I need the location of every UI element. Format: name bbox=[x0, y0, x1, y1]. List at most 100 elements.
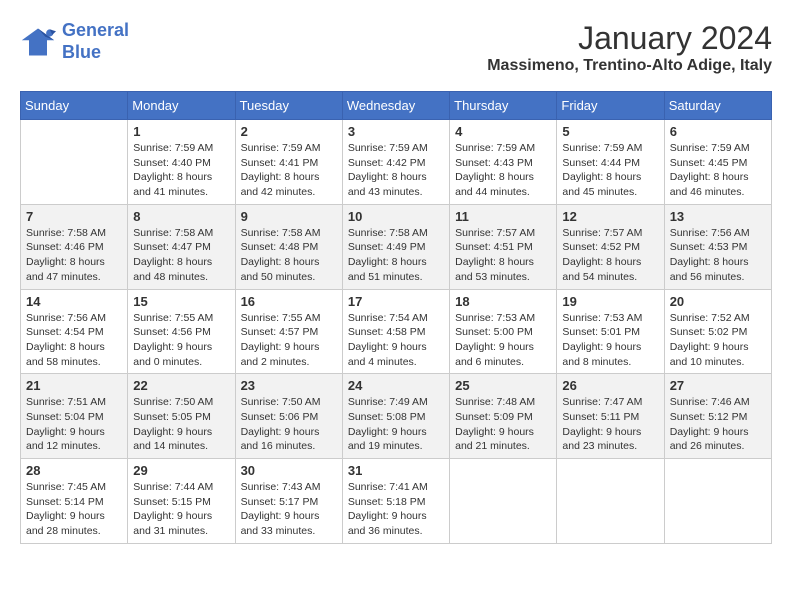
day-number: 13 bbox=[670, 209, 766, 224]
cell-content: Sunrise: 7:53 AMSunset: 5:00 PMDaylight:… bbox=[455, 311, 551, 370]
day-number: 5 bbox=[562, 124, 658, 139]
logo-line2: Blue bbox=[62, 42, 101, 62]
cell-content: Sunrise: 7:50 AMSunset: 5:06 PMDaylight:… bbox=[241, 395, 337, 454]
logo-text: General Blue bbox=[62, 20, 129, 63]
day-number: 23 bbox=[241, 378, 337, 393]
day-number: 17 bbox=[348, 294, 444, 309]
cell-content: Sunrise: 7:45 AMSunset: 5:14 PMDaylight:… bbox=[26, 480, 122, 539]
day-number: 28 bbox=[26, 463, 122, 478]
cell-content: Sunrise: 7:59 AMSunset: 4:42 PMDaylight:… bbox=[348, 141, 444, 200]
cell-content: Sunrise: 7:53 AMSunset: 5:01 PMDaylight:… bbox=[562, 311, 658, 370]
day-number: 3 bbox=[348, 124, 444, 139]
weekday-header-cell: Sunday bbox=[21, 92, 128, 120]
cell-content: Sunrise: 7:47 AMSunset: 5:11 PMDaylight:… bbox=[562, 395, 658, 454]
cell-content: Sunrise: 7:43 AMSunset: 5:17 PMDaylight:… bbox=[241, 480, 337, 539]
logo-line1: General bbox=[62, 20, 129, 40]
calendar-week-row: 1 Sunrise: 7:59 AMSunset: 4:40 PMDaylight… bbox=[21, 120, 772, 205]
weekday-header-row: SundayMondayTuesdayWednesdayThursdayFrid… bbox=[21, 92, 772, 120]
calendar-cell: 24 Sunrise: 7:49 AMSunset: 5:08 PMDayligh… bbox=[342, 374, 449, 459]
day-number: 14 bbox=[26, 294, 122, 309]
title-block: January 2024 Massimeno, Trentino-Alto Ad… bbox=[487, 20, 772, 75]
day-number: 16 bbox=[241, 294, 337, 309]
cell-content: Sunrise: 7:44 AMSunset: 5:15 PMDaylight:… bbox=[133, 480, 229, 539]
calendar-cell bbox=[450, 459, 557, 544]
calendar-cell: 4 Sunrise: 7:59 AMSunset: 4:43 PMDaylight… bbox=[450, 120, 557, 205]
day-number: 10 bbox=[348, 209, 444, 224]
cell-content: Sunrise: 7:59 AMSunset: 4:40 PMDaylight:… bbox=[133, 141, 229, 200]
cell-content: Sunrise: 7:58 AMSunset: 4:49 PMDaylight:… bbox=[348, 226, 444, 285]
day-number: 2 bbox=[241, 124, 337, 139]
day-number: 26 bbox=[562, 378, 658, 393]
calendar-cell: 21Sunrise: 7:51 AMSunset: 5:04 PMDayligh… bbox=[21, 374, 128, 459]
cell-content: Sunrise: 7:54 AMSunset: 4:58 PMDaylight:… bbox=[348, 311, 444, 370]
day-number: 18 bbox=[455, 294, 551, 309]
weekday-header-cell: Tuesday bbox=[235, 92, 342, 120]
calendar-cell: 28 Sunrise: 7:45 AMSunset: 5:14 PMDayligh… bbox=[21, 459, 128, 544]
calendar-week-row: 28 Sunrise: 7:45 AMSunset: 5:14 PMDayligh… bbox=[21, 459, 772, 544]
day-number: 7 bbox=[26, 209, 122, 224]
calendar-cell: 23 Sunrise: 7:50 AMSunset: 5:06 PMDayligh… bbox=[235, 374, 342, 459]
cell-content: Sunrise: 7:59 AMSunset: 4:44 PMDaylight:… bbox=[562, 141, 658, 200]
day-number: 31 bbox=[348, 463, 444, 478]
cell-content: Sunrise: 7:52 AMSunset: 5:02 PMDaylight:… bbox=[670, 311, 766, 370]
page-header: General Blue January 2024 Massimeno, Tre… bbox=[20, 20, 772, 75]
weekday-header-cell: Wednesday bbox=[342, 92, 449, 120]
cell-content: Sunrise: 7:55 AMSunset: 4:57 PMDaylight:… bbox=[241, 311, 337, 370]
cell-content: Sunrise: 7:48 AMSunset: 5:09 PMDaylight:… bbox=[455, 395, 551, 454]
weekday-header-cell: Friday bbox=[557, 92, 664, 120]
calendar-cell: 3 Sunrise: 7:59 AMSunset: 4:42 PMDaylight… bbox=[342, 120, 449, 205]
cell-content: Sunrise: 7:56 AMSunset: 4:54 PMDaylight:… bbox=[26, 311, 122, 370]
location-title: Massimeno, Trentino-Alto Adige, Italy bbox=[487, 57, 772, 75]
day-number: 21 bbox=[26, 378, 122, 393]
day-number: 8 bbox=[133, 209, 229, 224]
calendar-cell: 15Sunrise: 7:55 AMSunset: 4:56 PMDayligh… bbox=[128, 289, 235, 374]
calendar-cell bbox=[664, 459, 771, 544]
calendar-cell: 9Sunrise: 7:58 AMSunset: 4:48 PMDaylight… bbox=[235, 204, 342, 289]
cell-content: Sunrise: 7:56 AMSunset: 4:53 PMDaylight:… bbox=[670, 226, 766, 285]
calendar-cell: 8 Sunrise: 7:58 AMSunset: 4:47 PMDaylight… bbox=[128, 204, 235, 289]
calendar-cell: 13 Sunrise: 7:56 AMSunset: 4:53 PMDayligh… bbox=[664, 204, 771, 289]
cell-content: Sunrise: 7:58 AMSunset: 4:48 PMDaylight:… bbox=[241, 226, 337, 285]
cell-content: Sunrise: 7:57 AMSunset: 4:51 PMDaylight:… bbox=[455, 226, 551, 285]
day-number: 4 bbox=[455, 124, 551, 139]
calendar-cell: 6Sunrise: 7:59 AMSunset: 4:45 PMDaylight… bbox=[664, 120, 771, 205]
day-number: 12 bbox=[562, 209, 658, 224]
cell-content: Sunrise: 7:49 AMSunset: 5:08 PMDaylight:… bbox=[348, 395, 444, 454]
cell-content: Sunrise: 7:59 AMSunset: 4:41 PMDaylight:… bbox=[241, 141, 337, 200]
cell-content: Sunrise: 7:58 AMSunset: 4:47 PMDaylight:… bbox=[133, 226, 229, 285]
calendar-cell: 17 Sunrise: 7:54 AMSunset: 4:58 PMDayligh… bbox=[342, 289, 449, 374]
calendar-cell bbox=[557, 459, 664, 544]
calendar-week-row: 14 Sunrise: 7:56 AMSunset: 4:54 PMDayligh… bbox=[21, 289, 772, 374]
calendar-cell: 27 Sunrise: 7:46 AMSunset: 5:12 PMDayligh… bbox=[664, 374, 771, 459]
cell-content: Sunrise: 7:57 AMSunset: 4:52 PMDaylight:… bbox=[562, 226, 658, 285]
calendar-cell: 7Sunrise: 7:58 AMSunset: 4:46 PMDaylight… bbox=[21, 204, 128, 289]
calendar-cell: 29 Sunrise: 7:44 AMSunset: 5:15 PMDayligh… bbox=[128, 459, 235, 544]
day-number: 19 bbox=[562, 294, 658, 309]
calendar-cell: 11Sunrise: 7:57 AMSunset: 4:51 PMDayligh… bbox=[450, 204, 557, 289]
calendar-week-row: 21Sunrise: 7:51 AMSunset: 5:04 PMDayligh… bbox=[21, 374, 772, 459]
day-number: 20 bbox=[670, 294, 766, 309]
day-number: 1 bbox=[133, 124, 229, 139]
calendar-cell: 16 Sunrise: 7:55 AMSunset: 4:57 PMDayligh… bbox=[235, 289, 342, 374]
day-number: 22 bbox=[133, 378, 229, 393]
weekday-header-cell: Monday bbox=[128, 92, 235, 120]
calendar-cell: 1 Sunrise: 7:59 AMSunset: 4:40 PMDaylight… bbox=[128, 120, 235, 205]
day-number: 24 bbox=[348, 378, 444, 393]
cell-content: Sunrise: 7:59 AMSunset: 4:43 PMDaylight:… bbox=[455, 141, 551, 200]
day-number: 29 bbox=[133, 463, 229, 478]
month-title: January 2024 bbox=[487, 20, 772, 57]
cell-content: Sunrise: 7:46 AMSunset: 5:12 PMDaylight:… bbox=[670, 395, 766, 454]
cell-content: Sunrise: 7:59 AMSunset: 4:45 PMDaylight:… bbox=[670, 141, 766, 200]
calendar-cell: 10 Sunrise: 7:58 AMSunset: 4:49 PMDayligh… bbox=[342, 204, 449, 289]
calendar-cell: 5 Sunrise: 7:59 AMSunset: 4:44 PMDaylight… bbox=[557, 120, 664, 205]
calendar-cell: 31Sunrise: 7:41 AMSunset: 5:18 PMDayligh… bbox=[342, 459, 449, 544]
calendar-cell: 18 Sunrise: 7:53 AMSunset: 5:00 PMDayligh… bbox=[450, 289, 557, 374]
cell-content: Sunrise: 7:50 AMSunset: 5:05 PMDaylight:… bbox=[133, 395, 229, 454]
cell-content: Sunrise: 7:55 AMSunset: 4:56 PMDaylight:… bbox=[133, 311, 229, 370]
logo-icon bbox=[20, 24, 56, 60]
calendar-cell: 14 Sunrise: 7:56 AMSunset: 4:54 PMDayligh… bbox=[21, 289, 128, 374]
day-number: 27 bbox=[670, 378, 766, 393]
day-number: 30 bbox=[241, 463, 337, 478]
logo: General Blue bbox=[20, 20, 129, 63]
calendar-cell: 30 Sunrise: 7:43 AMSunset: 5:17 PMDayligh… bbox=[235, 459, 342, 544]
